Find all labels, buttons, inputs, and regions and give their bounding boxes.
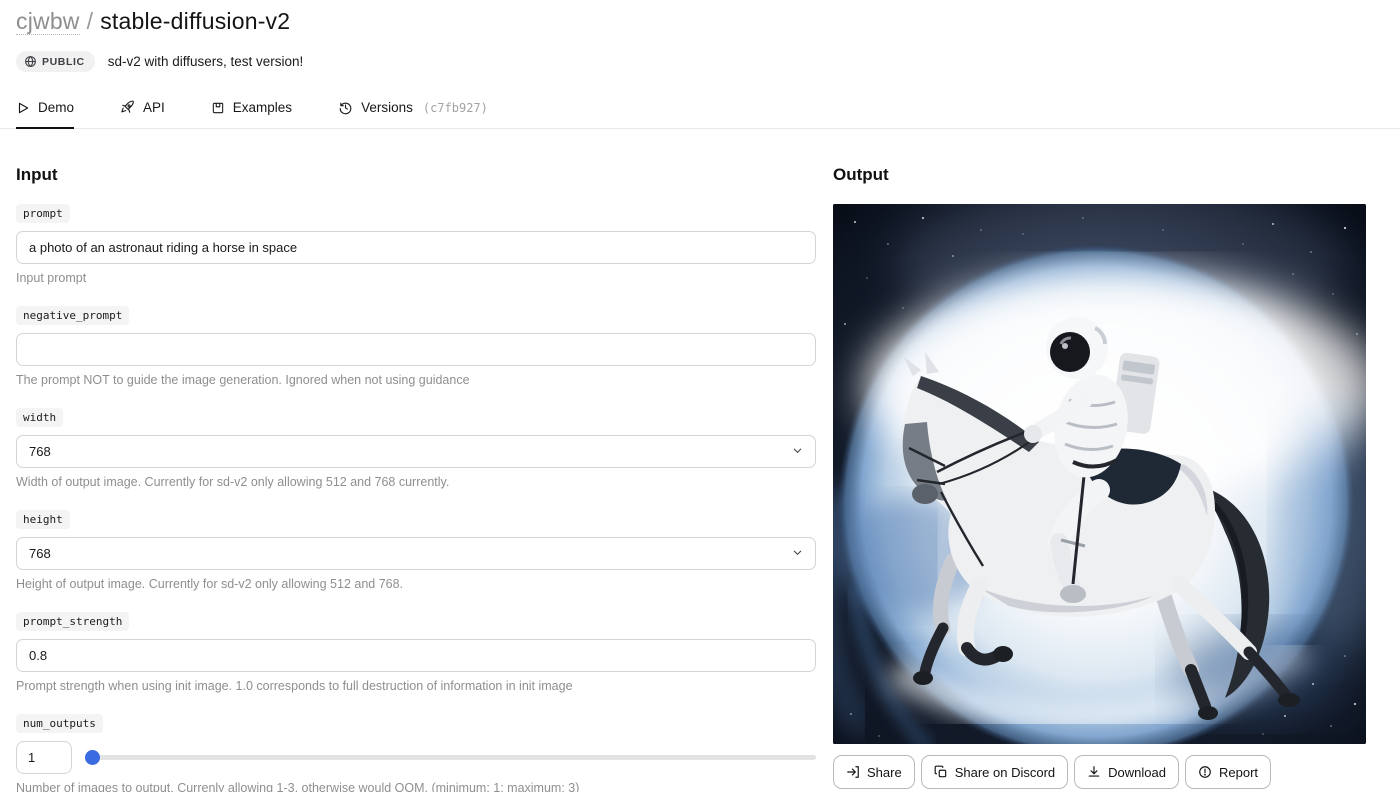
output-image — [833, 204, 1366, 744]
visibility-badge: PUBLIC — [16, 51, 95, 72]
share-icon — [846, 765, 860, 779]
field-num-outputs: num_outputs Number of images to output. … — [16, 714, 816, 792]
width-select[interactable]: 768 — [16, 435, 816, 468]
share-on-discord-button[interactable]: Share on Discord — [920, 755, 1069, 789]
height-help: Height of output image. Currently for sd… — [16, 577, 404, 591]
download-button-label: Download — [1108, 764, 1166, 780]
width-help: Width of output image. Currently for sd-… — [16, 475, 450, 489]
chevron-down-icon — [792, 444, 803, 459]
prompt-label: prompt — [16, 204, 70, 223]
prompt-strength-input[interactable] — [16, 639, 816, 672]
prompt-strength-help: Prompt strength when using init image. 1… — [16, 679, 573, 693]
output-actions: Share Share on Discord Download Report — [833, 755, 1366, 789]
tab-demo[interactable]: Demo — [16, 91, 75, 129]
report-button[interactable]: Report — [1184, 755, 1272, 789]
main-content: Input prompt Input prompt negative_promp… — [0, 165, 1400, 792]
field-prompt: prompt Input prompt — [16, 204, 816, 285]
width-label: width — [16, 408, 64, 427]
num-outputs-help: Number of images to output. Currenly all… — [16, 781, 580, 792]
save-icon — [211, 101, 225, 115]
field-negative-prompt: negative_prompt The prompt NOT to guide … — [16, 306, 816, 387]
visibility-badge-label: PUBLIC — [42, 55, 85, 68]
download-icon — [1087, 765, 1101, 779]
owner-link[interactable]: cjwbw — [16, 8, 80, 35]
field-width: width 768 Width of output image. Current… — [16, 408, 816, 489]
field-height: height 768 Height of output image. Curre… — [16, 510, 816, 591]
height-label: height — [16, 510, 70, 529]
history-icon — [338, 100, 353, 115]
prompt-input[interactable] — [16, 231, 816, 264]
num-outputs-input[interactable] — [16, 741, 72, 774]
width-select-value: 768 — [29, 444, 51, 459]
breadcrumb-separator: / — [86, 8, 94, 34]
replicate-model-page: cjwbw / stable-diffusion-v2 PUBLIC sd-v2 w… — [0, 0, 1400, 792]
tab-api[interactable]: API — [120, 91, 165, 128]
breadcrumb: cjwbw / stable-diffusion-v2 — [16, 6, 1384, 36]
globe-icon — [24, 55, 37, 68]
tab-versions[interactable]: Versions (c7fb927) — [338, 91, 488, 128]
tab-demo-label: Demo — [38, 100, 75, 115]
tab-versions-label: Versions — [361, 100, 413, 115]
page-title: stable-diffusion-v2 — [100, 8, 291, 34]
play-icon — [16, 101, 30, 115]
negative-prompt-label: negative_prompt — [16, 306, 130, 325]
height-select-value: 768 — [29, 546, 51, 561]
rocket-icon — [120, 100, 135, 115]
version-hash: (c7fb927) — [422, 100, 488, 115]
output-section-title: Output — [833, 165, 889, 184]
input-column: Input prompt Input prompt negative_promp… — [16, 165, 816, 792]
num-outputs-slider[interactable] — [85, 750, 816, 765]
negative-prompt-help: The prompt NOT to guide the image genera… — [16, 373, 470, 387]
input-section-title: Input — [16, 165, 58, 184]
slider-track — [85, 755, 816, 760]
negative-prompt-input[interactable] — [16, 333, 816, 366]
prompt-help: Input prompt — [16, 271, 87, 285]
slider-thumb[interactable] — [85, 750, 100, 765]
share-on-discord-button-label: Share on Discord — [954, 764, 1056, 780]
page-header: cjwbw / stable-diffusion-v2 PUBLIC sd-v2 w… — [0, 0, 1400, 72]
chevron-down-icon — [792, 546, 803, 561]
copy-icon — [934, 765, 948, 779]
output-column: Output Share Share on Discord Download R… — [833, 165, 1366, 789]
alert-icon — [1198, 765, 1212, 779]
tab-bar: Demo API Examples Versions (c7fb927) — [0, 91, 1400, 129]
tab-examples[interactable]: Examples — [211, 91, 292, 128]
prompt-strength-label: prompt_strength — [16, 612, 130, 631]
badge-row: PUBLIC sd-v2 with diffusers, test versio… — [16, 51, 1384, 72]
tab-examples-label: Examples — [232, 100, 293, 115]
height-select[interactable]: 768 — [16, 537, 816, 570]
share-button-label: Share — [867, 764, 902, 780]
report-button-label: Report — [1218, 764, 1259, 780]
download-button[interactable]: Download — [1074, 755, 1179, 789]
tab-api-label: API — [143, 100, 165, 115]
num-outputs-label: num_outputs — [16, 714, 103, 733]
model-description: sd-v2 with diffusers, test version! — [107, 54, 304, 69]
field-prompt-strength: prompt_strength Prompt strength when usi… — [16, 612, 816, 693]
share-button[interactable]: Share — [833, 755, 915, 789]
